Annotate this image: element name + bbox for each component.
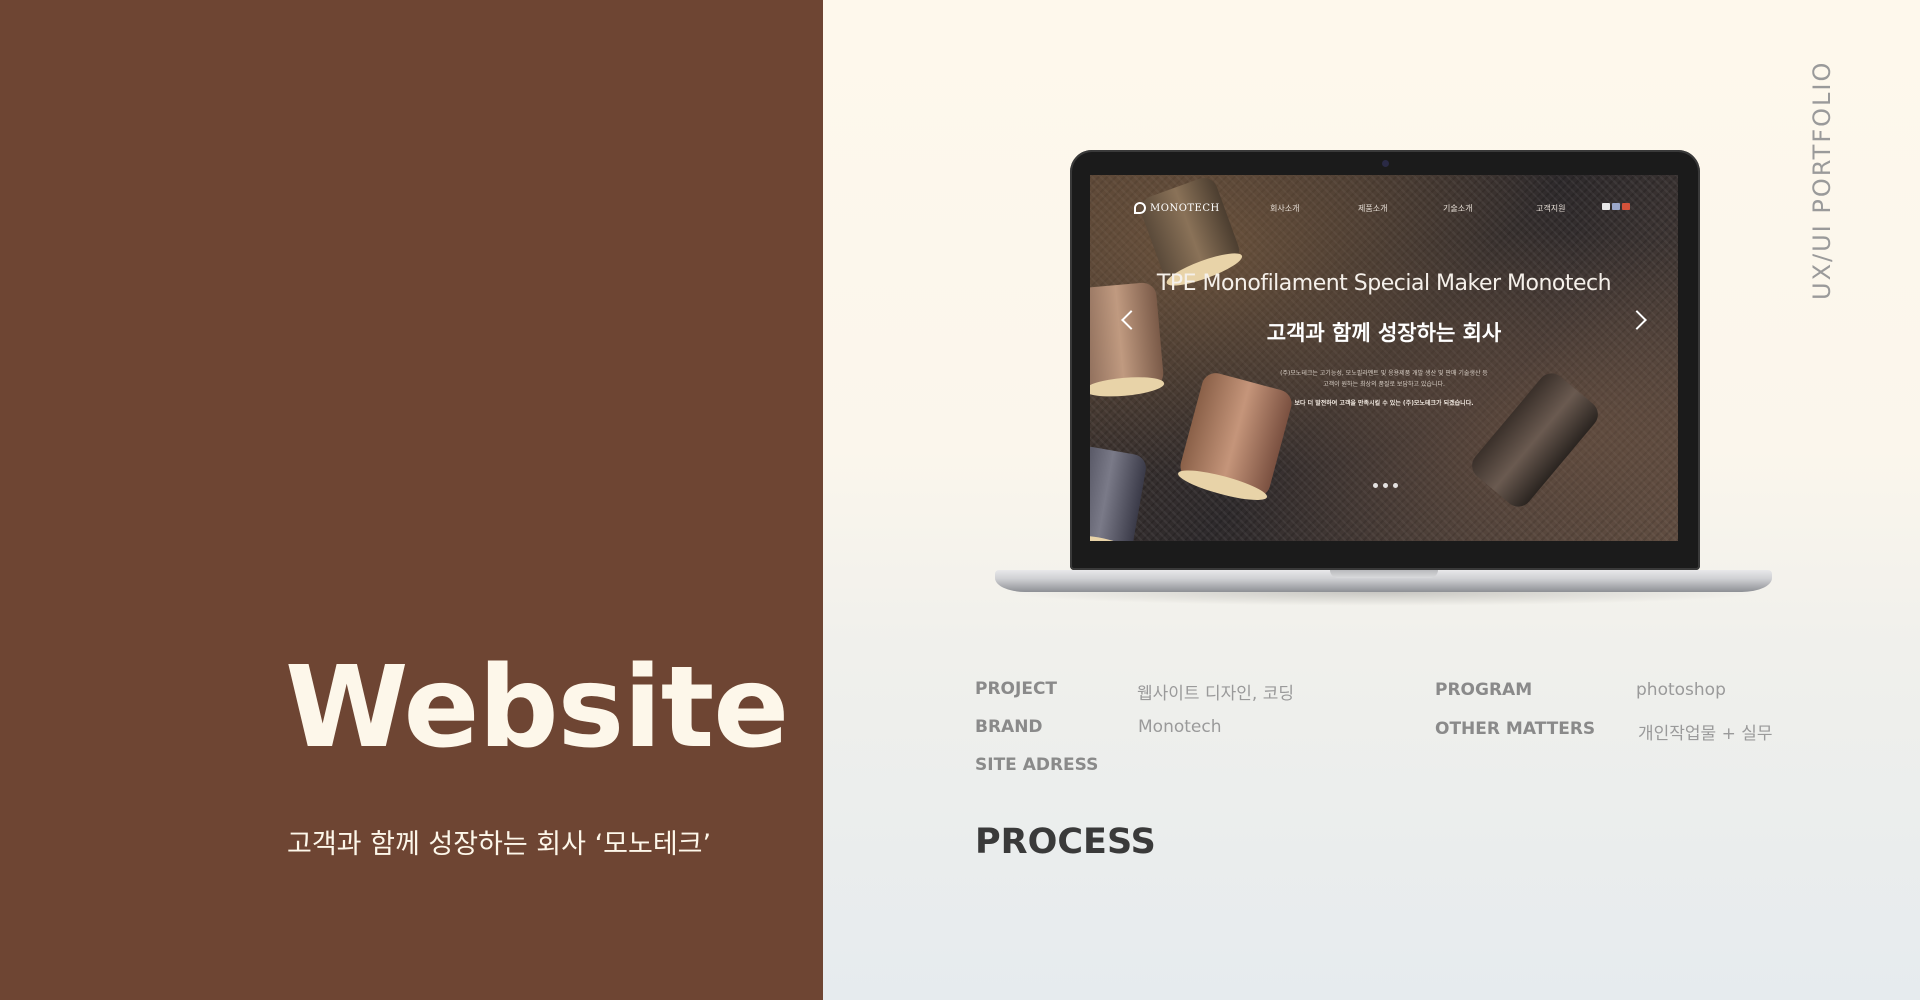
site-address-label: SITE ADRESS: [975, 755, 1099, 775]
slide-pagination[interactable]: [1373, 483, 1398, 488]
mockup-nav-technology[interactable]: 기술소개: [1443, 203, 1472, 214]
mockup-description: (주)모노테크는 고기능성, 모노필라멘트 및 응용제품 개발 생산 및 판매 …: [1190, 368, 1578, 390]
program-label: PROGRAM: [1435, 680, 1533, 700]
project-value: 웹사이트 디자인, 코딩: [1137, 684, 1294, 704]
mockup-logo-text: MONOTECH: [1150, 202, 1220, 214]
slide-dot[interactable]: [1383, 483, 1388, 488]
other-matters-value: 개인작업물 + 실무: [1638, 724, 1773, 744]
mockup-subheading: 고객과 함께 성장하는 회사: [1266, 321, 1502, 345]
mockup-nav-support[interactable]: 고객지원: [1536, 203, 1565, 214]
hero-title: Website: [285, 643, 789, 773]
laptop-screen: MONOTECH 회사소개 제품소개 기술소개 고객지원 TPE Monofil…: [1090, 175, 1678, 541]
slide-dot[interactable]: [1373, 483, 1378, 488]
hero-subtitle: 고객과 함께 성장하는 회사 ‘모노테크’: [287, 829, 712, 860]
camera-icon: [1382, 160, 1389, 167]
slide-dot[interactable]: [1393, 483, 1398, 488]
usa-flag-icon[interactable]: [1612, 203, 1620, 210]
laptop-shadow: [1000, 592, 1765, 606]
thread-spool-image: [1090, 444, 1149, 541]
program-value: photoshop: [1636, 680, 1726, 700]
logo-mark-icon: [1134, 202, 1146, 214]
mockup-heading: TPE Monofilament Special Maker Monotech: [1156, 271, 1612, 296]
process-heading: PROCESS: [975, 822, 1156, 862]
mockup-description-line: (주)모노테크는 고기능성, 모노필라멘트 및 응용제품 개발 생산 및 판매 …: [1280, 370, 1488, 377]
laptop-notch: [1330, 570, 1438, 578]
other-matters-label: OTHER MATTERS: [1435, 719, 1596, 739]
brand-label: BRAND: [975, 717, 1043, 737]
china-flag-icon[interactable]: [1622, 203, 1630, 210]
thread-spool-image: [1137, 175, 1246, 292]
mockup-nav-company[interactable]: 회사소개: [1270, 203, 1299, 214]
language-flags[interactable]: [1602, 203, 1630, 210]
mockup-nav-products[interactable]: 제품소개: [1358, 203, 1387, 214]
project-label: PROJECT: [975, 679, 1058, 699]
mockup-description-bold: 보다 더 발전하여 고객을 만족시킬 수 있는 (주)모노테크가 되겠습니다.: [1294, 400, 1474, 407]
mockup-description-line: 고객이 원하는 최상의 품질로 보답하고 있습니다.: [1323, 381, 1445, 388]
portfolio-side-label: UX/UI PORTFOLIO: [1808, 60, 1836, 300]
brand-value: Monotech: [1138, 717, 1222, 737]
korea-flag-icon[interactable]: [1602, 203, 1610, 210]
mockup-logo[interactable]: MONOTECH: [1134, 202, 1220, 214]
